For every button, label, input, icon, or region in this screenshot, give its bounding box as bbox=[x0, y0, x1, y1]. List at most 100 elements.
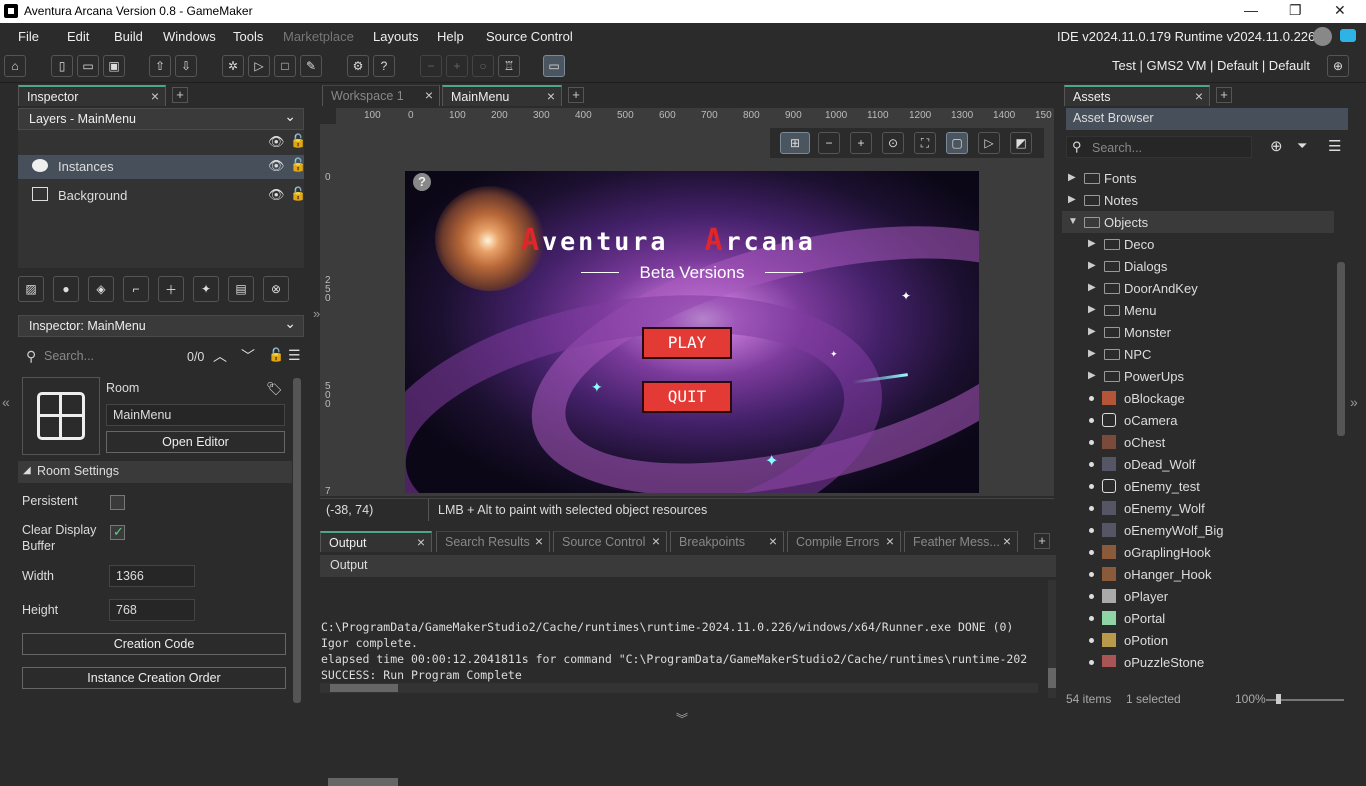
play-room-icon[interactable]: ▷ bbox=[978, 132, 1000, 154]
open-project-icon[interactable]: ▭ bbox=[77, 55, 99, 77]
minimize-icon[interactable]: — bbox=[1244, 2, 1258, 18]
close-icon[interactable]: ✕ bbox=[1334, 2, 1346, 19]
restore-icon[interactable]: ❐ bbox=[1289, 2, 1302, 19]
asset-folder[interactable]: ▼ Objects bbox=[1062, 211, 1334, 233]
add-folder-icon[interactable]: ▤ bbox=[228, 276, 254, 302]
add-tab-icon[interactable]: + bbox=[1216, 87, 1232, 103]
inspector-scrollbar[interactable] bbox=[293, 378, 301, 703]
collapse-left-icon[interactable]: « bbox=[2, 394, 10, 410]
help-icon[interactable]: ? bbox=[413, 173, 431, 191]
asset-folder[interactable]: ▶ PowerUps bbox=[1062, 365, 1334, 387]
close-tab-icon[interactable]: × bbox=[652, 533, 660, 549]
asset-folder[interactable]: ▶ Monster bbox=[1062, 321, 1334, 343]
collapse-arrow-icon[interactable]: ▶ bbox=[1088, 348, 1096, 359]
visibility-icon[interactable]: 👁 bbox=[268, 158, 285, 174]
new-project-icon[interactable]: ▯ bbox=[51, 55, 73, 77]
help-icon[interactable]: ? bbox=[373, 55, 395, 77]
asset-item[interactable]: oChest bbox=[1062, 431, 1334, 453]
add-background-layer-icon[interactable]: ▨ bbox=[18, 276, 44, 302]
menu-windows[interactable]: Windows bbox=[163, 29, 216, 44]
collapse-arrow-icon[interactable]: ▶ bbox=[1068, 194, 1076, 205]
zoom-out-icon[interactable]: − bbox=[420, 55, 442, 77]
asset-folder[interactable]: ▶ Menu bbox=[1062, 299, 1334, 321]
add-effect-layer-icon[interactable]: ✦ bbox=[193, 276, 219, 302]
asset-folder[interactable]: ▶ Deco bbox=[1062, 233, 1334, 255]
collapse-arrow-icon[interactable]: ▶ bbox=[1088, 326, 1096, 337]
tab-inspector[interactable]: Inspector × bbox=[18, 85, 166, 106]
collapse-arrow-icon[interactable]: ▶ bbox=[1088, 238, 1096, 249]
lock-icon[interactable]: 🔓 bbox=[290, 133, 306, 149]
collapse-arrow-icon[interactable]: ▶ bbox=[1068, 172, 1076, 183]
menu-help[interactable]: Help bbox=[437, 29, 464, 44]
add-tile-layer-icon[interactable]: ◈ bbox=[88, 276, 114, 302]
menu-icon[interactable]: ☰ bbox=[288, 347, 301, 364]
asset-item[interactable]: oPotion bbox=[1062, 629, 1334, 651]
import-icon[interactable]: ⇩ bbox=[175, 55, 197, 77]
add-tab-icon[interactable]: + bbox=[1034, 533, 1050, 549]
run-icon[interactable]: ▷ bbox=[248, 55, 270, 77]
asset-item[interactable]: oHanger_Hook bbox=[1062, 563, 1334, 585]
expand-arrow-icon[interactable]: ▼ bbox=[1068, 216, 1078, 227]
creation-code-button[interactable]: Creation Code bbox=[22, 633, 286, 655]
close-tab-icon[interactable]: × bbox=[769, 533, 777, 549]
chat-icon[interactable] bbox=[1340, 29, 1356, 42]
height-input[interactable]: 768 bbox=[109, 599, 195, 621]
visibility-icon[interactable]: 👁 bbox=[268, 187, 285, 203]
visibility-icon[interactable]: 👁 bbox=[268, 134, 285, 150]
zoom-slider-handle[interactable] bbox=[1276, 694, 1281, 704]
asset-item[interactable]: oEnemy_test bbox=[1062, 475, 1334, 497]
zoom-in-icon[interactable]: + bbox=[850, 132, 872, 154]
layers-toggle-icon[interactable]: ◩ bbox=[1010, 132, 1032, 154]
tab-mainmenu[interactable]: MainMenu × bbox=[442, 85, 562, 106]
fit-view-icon[interactable]: ⛶ bbox=[914, 132, 936, 154]
asset-search-box[interactable]: ⚲ Search... bbox=[1066, 136, 1252, 158]
export-icon[interactable]: ⇧ bbox=[149, 55, 171, 77]
close-tab-icon[interactable]: × bbox=[151, 88, 159, 104]
delete-layer-icon[interactable]: ⊗ bbox=[263, 276, 289, 302]
collapse-arrow-icon[interactable]: ▶ bbox=[1088, 260, 1096, 271]
room-canvas[interactable]: ⊞ − + ⊙ ⛶ ▢ ▷ ◩ ? Aventura Arcana Beta V… bbox=[336, 124, 1054, 496]
close-tab-icon[interactable]: × bbox=[886, 533, 894, 549]
width-input[interactable]: 1366 bbox=[109, 565, 195, 587]
search-next-icon[interactable]: ﹀ bbox=[241, 346, 255, 366]
asset-item[interactable]: oBlockage bbox=[1062, 387, 1334, 409]
save-icon[interactable]: ▣ bbox=[103, 55, 125, 77]
close-tab-icon[interactable]: × bbox=[1003, 533, 1011, 549]
asset-folder[interactable]: ▶ NPC bbox=[1062, 343, 1334, 365]
layers-dropdown[interactable]: Layers - MainMenu bbox=[18, 108, 304, 130]
asset-item[interactable]: oDead_Wolf bbox=[1062, 453, 1334, 475]
stop-icon[interactable]: □ bbox=[274, 55, 296, 77]
inspector-dropdown[interactable]: Inspector: MainMenu bbox=[18, 315, 304, 337]
menu-tools[interactable]: Tools bbox=[233, 29, 263, 44]
room-settings-header[interactable]: ◢ Room Settings bbox=[18, 461, 292, 483]
persistent-checkbox[interactable] bbox=[110, 495, 125, 510]
asset-item[interactable]: oPlayer bbox=[1062, 585, 1334, 607]
clean-icon[interactable]: ✎ bbox=[300, 55, 322, 77]
target-settings-icon[interactable]: ⊕ bbox=[1327, 55, 1349, 77]
zoom-out-icon[interactable]: − bbox=[818, 132, 840, 154]
close-tab-icon[interactable]: × bbox=[535, 533, 543, 549]
settings-icon[interactable]: ⚙ bbox=[347, 55, 369, 77]
layer-row-instances[interactable]: Instances 👁 🔓 bbox=[18, 155, 306, 179]
asset-folder[interactable]: ▶ Notes bbox=[1062, 189, 1334, 211]
quit-button[interactable]: QUIT bbox=[642, 381, 732, 413]
close-tab-icon[interactable]: × bbox=[547, 88, 555, 104]
close-tab-icon[interactable]: × bbox=[417, 534, 425, 550]
tab-workspace-1[interactable]: Workspace 1 × bbox=[322, 85, 440, 106]
collapse-bottom-icon[interactable]: ︾ bbox=[676, 710, 688, 727]
add-path-layer-icon[interactable]: ⌐ bbox=[123, 276, 149, 302]
tab-assets[interactable]: Assets × bbox=[1064, 85, 1210, 106]
tab-source-control[interactable]: Source Control × bbox=[553, 531, 667, 552]
monitor-icon[interactable]: ▭ bbox=[543, 55, 565, 77]
add-asset-icon[interactable]: ⊕ bbox=[1270, 137, 1283, 155]
menu-marketplace[interactable]: Marketplace bbox=[283, 29, 354, 44]
tab-output[interactable]: Output × bbox=[320, 531, 432, 552]
collapse-right-icon[interactable]: » bbox=[1350, 394, 1358, 410]
menu-layouts[interactable]: Layouts bbox=[373, 29, 419, 44]
asset-folder[interactable]: ▶ Dialogs bbox=[1062, 255, 1334, 277]
menu-icon[interactable]: ☰ bbox=[1328, 137, 1341, 155]
output-log[interactable]: C:\ProgramData/GameMakerStudio2/Cache/ru… bbox=[320, 580, 1046, 698]
clear-display-checkbox[interactable] bbox=[110, 524, 125, 540]
inspector-search-input[interactable]: Search... bbox=[44, 349, 94, 363]
open-editor-button[interactable]: Open Editor bbox=[106, 431, 285, 453]
